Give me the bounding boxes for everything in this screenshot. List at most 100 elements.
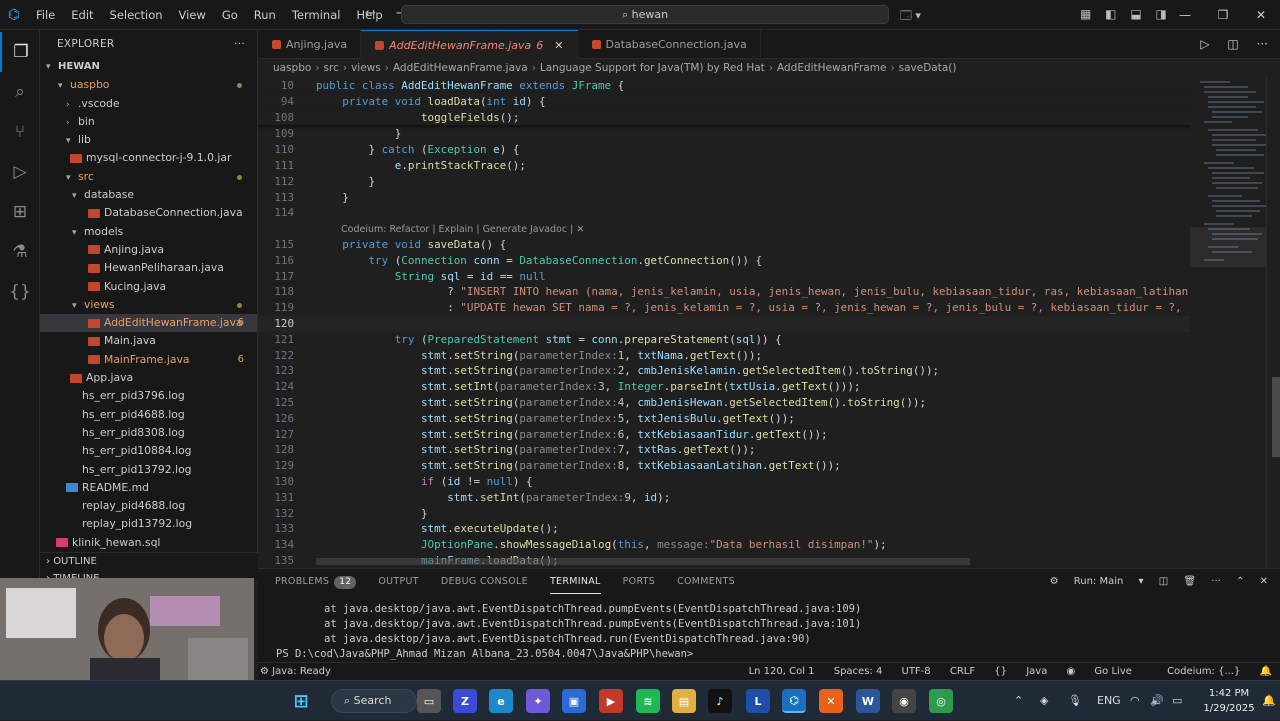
close-window-button[interactable]: ✕ <box>1242 0 1280 30</box>
run-debug-icon[interactable]: ▷ <box>0 152 40 192</box>
panel-tab-debug-console[interactable]: DEBUG CONSOLE <box>441 569 528 594</box>
more-actions-icon[interactable]: ··· <box>234 30 245 58</box>
codeium-codelens[interactable]: Codeium: Refactor | Explain | Generate J… <box>341 224 584 235</box>
workspace-root[interactable]: ▾ HEWAN <box>40 58 257 76</box>
customize-layout-icon[interactable]: ▦ <box>1080 7 1091 21</box>
breadcrumb-item[interactable]: AddEditHewanFrame <box>777 62 886 74</box>
tree-folder[interactable]: ▾ uaspbo <box>40 76 257 94</box>
code-line[interactable]: 120 <box>258 316 1266 332</box>
menu-terminal[interactable]: Terminal <box>284 8 349 22</box>
tree-folder[interactable]: › bin <box>40 113 257 131</box>
menu-file[interactable]: File <box>28 8 63 22</box>
horizontal-scrollbar[interactable] <box>316 558 970 565</box>
code-line[interactable]: 133 stmt.executeUpdate(); <box>258 521 1266 537</box>
tree-file[interactable]: Main.java <box>40 332 257 350</box>
code-line[interactable]: 112 } <box>258 174 1266 190</box>
code-line[interactable]: 121 try (PreparedStatement stmt = conn.p… <box>258 332 1266 348</box>
split-editor-icon[interactable]: ◫ <box>1227 37 1238 51</box>
menu-edit[interactable]: Edit <box>63 8 101 22</box>
toggle-sidebar-icon[interactable]: ◧ <box>1105 7 1116 21</box>
code-line[interactable]: 111 e.printStackTrace(); <box>258 158 1266 174</box>
tree-file[interactable]: AddEditHewanFrame.java 6 <box>40 314 257 333</box>
word-icon[interactable]: W <box>856 689 880 713</box>
terminal-prompt[interactable]: PS D:\cod\Java&PHP_Ahmad Mizan Albana_23… <box>258 647 1280 662</box>
code-line[interactable]: 108 toggleFields(); <box>258 109 1266 126</box>
maximize-panel-icon[interactable]: ⌃ <box>1236 576 1244 587</box>
file-explorer-icon[interactable]: ▤ <box>672 689 696 713</box>
tree-file[interactable]: README.md <box>40 479 257 497</box>
breadcrumb-item[interactable]: views <box>351 62 381 74</box>
clock[interactable]: 1:42 PM 1/29/2025 <box>1199 686 1259 716</box>
tree-file[interactable]: HewanPeliharaan.java <box>40 259 257 277</box>
tab-databaseconnection[interactable]: DatabaseConnection.java <box>578 30 761 59</box>
search-view-icon[interactable]: ⌕ <box>0 72 40 112</box>
more-actions-icon[interactable]: ··· <box>1257 37 1268 51</box>
testing-icon[interactable]: ⚗ <box>0 232 40 272</box>
code-line[interactable]: 117 String sql = id == null <box>258 269 1266 285</box>
tree-file[interactable]: Anjing.java <box>40 241 257 259</box>
copilot-app-icon[interactable]: ✦ <box>526 689 550 713</box>
java-status[interactable]: ⚙ Java: Ready <box>258 663 331 681</box>
toggle-panel-icon[interactable]: ⬓ <box>1130 7 1141 21</box>
tree-folder[interactable]: ▾ database <box>40 186 257 204</box>
split-terminal-icon[interactable]: ◫ <box>1159 576 1168 587</box>
close-tab-icon[interactable]: ✕ <box>554 31 563 60</box>
indentation[interactable]: Spaces: 4 <box>834 666 883 677</box>
source-control-icon[interactable]: ⑂ <box>0 112 40 152</box>
explorer-icon[interactable]: ❐ <box>0 32 40 72</box>
start-button-icon[interactable]: ⊞ <box>289 689 313 713</box>
maximize-button[interactable]: ❐ <box>1204 0 1242 30</box>
tray-chevron-icon[interactable]: ⌃ <box>1014 681 1023 721</box>
codeium-icon[interactable]: {} <box>0 272 40 312</box>
cursor-position[interactable]: Ln 120, Col 1 <box>749 666 815 677</box>
notification-icon[interactable]: 🔔 <box>1262 681 1276 721</box>
code-line[interactable]: 122 stmt.setString(parameterIndex:1, txt… <box>258 348 1266 364</box>
code-line[interactable]: 123 stmt.setString(parameterIndex:2, cmb… <box>258 363 1266 379</box>
code-line[interactable]: 130 if (id != null) { <box>258 474 1266 490</box>
wifi-icon[interactable]: ◠ <box>1130 681 1140 721</box>
code-line[interactable]: 134 JOptionPane.showMessageDialog(this, … <box>258 537 1266 553</box>
tree-folder[interactable]: ▾ models <box>40 223 257 241</box>
code-line[interactable]: 128 stmt.setString(parameterIndex:7, txt… <box>258 442 1266 458</box>
battery-icon[interactable]: ▭ <box>1172 681 1182 721</box>
kill-terminal-icon[interactable]: 🗑 <box>1183 576 1196 587</box>
l-app-icon[interactable]: L <box>746 689 770 713</box>
menu-go[interactable]: Go <box>214 8 246 22</box>
code-line[interactable]: 113 } <box>258 190 1266 206</box>
code-line[interactable]: 116 try (Connection conn = DatabaseConne… <box>258 253 1266 269</box>
close-panel-icon[interactable]: ✕ <box>1260 576 1268 587</box>
code-line[interactable]: 119 : "UPDATE hewan SET nama = ?, jenis_… <box>258 300 1266 316</box>
code-line[interactable]: 132 } <box>258 506 1266 522</box>
media-player-icon[interactable]: ▶ <box>599 689 623 713</box>
taskbar-search[interactable]: ⌕ Search <box>331 689 417 713</box>
tree-file[interactable]: hs_err_pid13792.log <box>40 461 257 479</box>
add-terminal-icon[interactable]: ▾ <box>1139 576 1144 587</box>
tree-file[interactable]: hs_err_pid3796.log <box>40 387 257 405</box>
scrollbar-thumb[interactable] <box>1272 377 1280 457</box>
tree-folder[interactable]: ▾ views <box>40 296 257 314</box>
tree-file[interactable]: hs_err_pid8308.log <box>40 424 257 442</box>
code-line[interactable]: 94 private void loadData(int id) { <box>258 93 1266 110</box>
command-center[interactable]: ⌕ hewan <box>401 5 889 24</box>
outline-header[interactable]: › OUTLINE <box>40 553 258 570</box>
minimize-button[interactable]: — <box>1166 0 1204 30</box>
code-line[interactable]: 129 stmt.setString(parameterIndex:8, txt… <box>258 458 1266 474</box>
copilot-icon[interactable]: 🗔 ▾ <box>900 7 921 26</box>
code-line[interactable]: 124 stmt.setInt(parameterIndex:3, Intege… <box>258 379 1266 395</box>
menu-run[interactable]: Run <box>246 8 284 22</box>
encoding[interactable]: UTF-8 <box>902 666 931 677</box>
edge-icon[interactable]: e <box>489 689 513 713</box>
tree-file[interactable]: hs_err_pid4688.log <box>40 406 257 424</box>
tray-app-icon[interactable]: ◈ <box>1040 681 1048 721</box>
tree-file[interactable]: replay_pid4688.log <box>40 497 257 515</box>
breadcrumb-item[interactable]: uaspbo <box>273 62 311 74</box>
tree-file[interactable]: replay_pid13792.log <box>40 515 257 533</box>
code-line[interactable]: 118 ? "INSERT INTO hewan (nama, jenis_ke… <box>258 284 1266 300</box>
breadcrumb-item[interactable]: AddEditHewanFrame.java <box>393 62 528 74</box>
panel-tab-output[interactable]: OUTPUT <box>378 569 419 594</box>
tree-folder[interactable]: › .vscode <box>40 95 257 113</box>
code-line[interactable]: 10 public class AddEditHewanFrame extends… <box>258 78 1266 94</box>
breadcrumb-item[interactable]: src <box>324 62 339 74</box>
tree-file[interactable]: Kucing.java <box>40 278 257 296</box>
tree-folder[interactable]: ▾ src <box>40 168 257 186</box>
